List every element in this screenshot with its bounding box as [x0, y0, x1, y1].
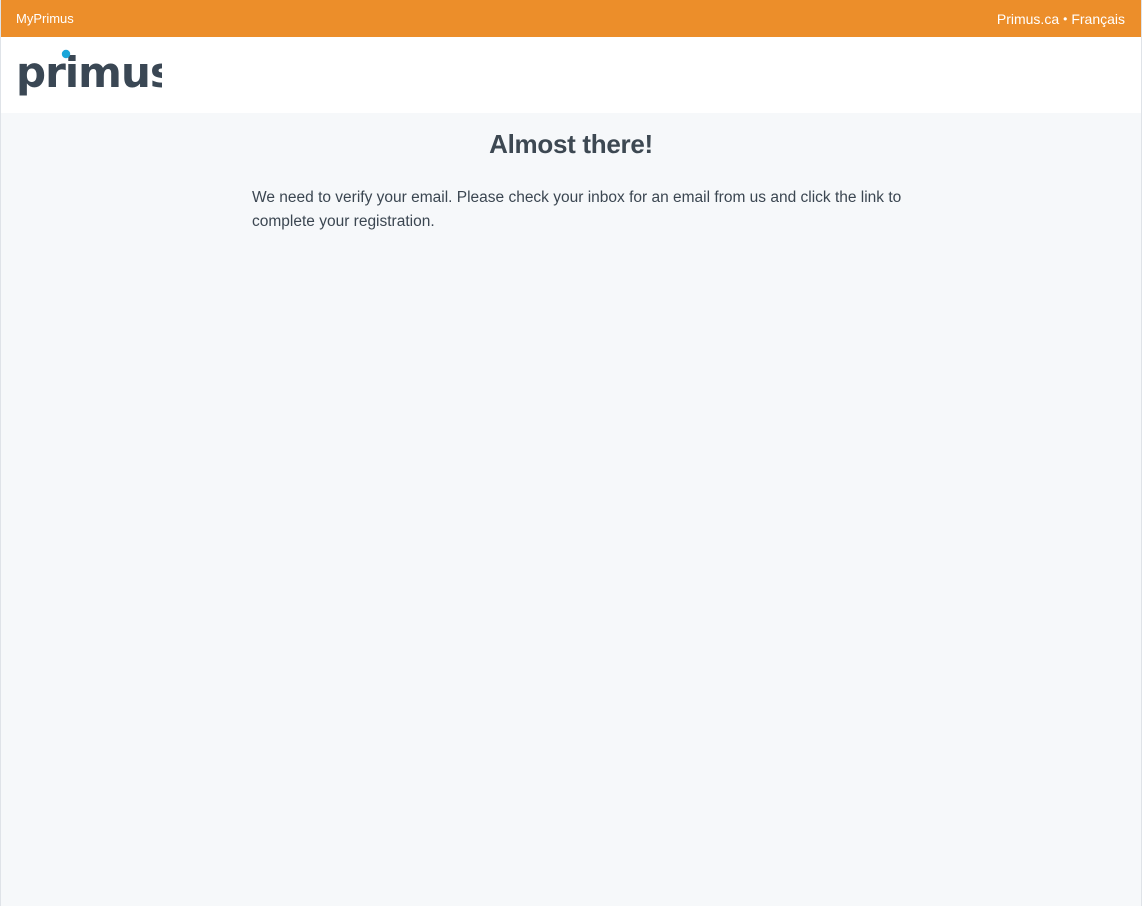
- page-title: Almost there!: [489, 129, 653, 159]
- primus-logo-dot: [61, 49, 71, 59]
- top-bar: MyPrimus Primus.ca • Français: [1, 0, 1141, 37]
- primus-ca-link[interactable]: Primus.ca: [997, 11, 1059, 27]
- link-separator: •: [1063, 11, 1068, 26]
- myprimus-link[interactable]: MyPrimus: [16, 11, 74, 26]
- top-bar-right-links: Primus.ca • Français: [997, 11, 1125, 27]
- primus-logo[interactable]: primus: [16, 49, 162, 101]
- verification-message: We need to verify your email. Please che…: [252, 189, 902, 230]
- page: MyPrimus Primus.ca • Français primus Alm…: [0, 0, 1142, 906]
- site-header: primus: [1, 37, 1141, 113]
- primus-logo-text: primus: [16, 49, 162, 97]
- main-content: Almost there! We need to verify your ema…: [226, 113, 916, 234]
- francais-link[interactable]: Français: [1071, 11, 1125, 27]
